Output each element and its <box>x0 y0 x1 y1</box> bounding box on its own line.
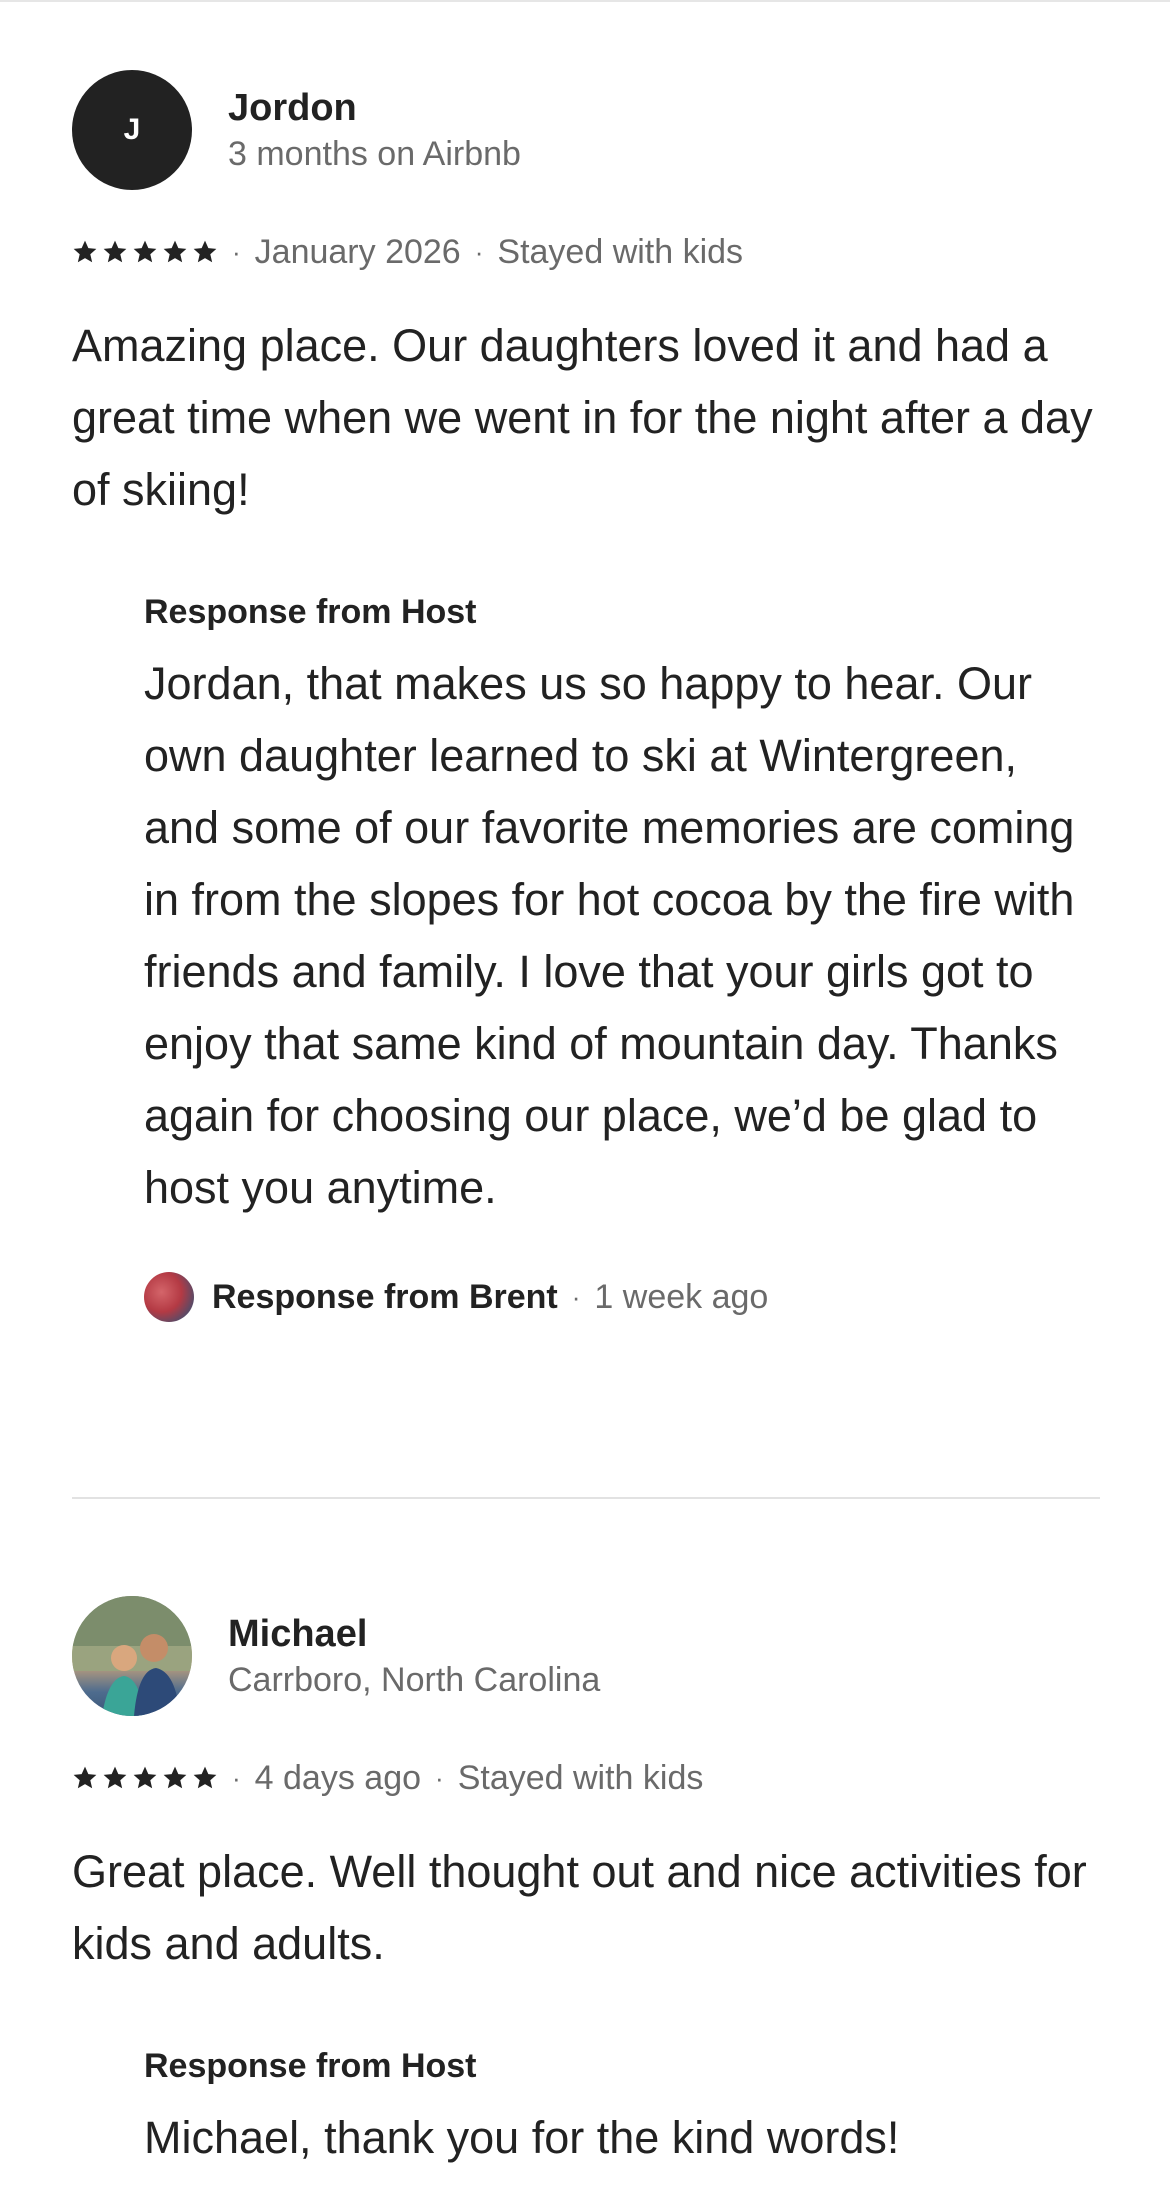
star-icon <box>193 1766 217 1789</box>
separator-dot: · <box>232 1762 241 1793</box>
reviewer-name[interactable]: Michael <box>228 1610 600 1658</box>
review-card: J Jordon 3 months on Airbnb · January 20… <box>72 70 1100 1322</box>
top-divider <box>0 0 1170 2</box>
separator-dot: · <box>571 1281 581 1312</box>
host-response-text: Michael, thank you for the kind words! <box>144 2112 900 2163</box>
reviewer-location: Carrboro, North Carolina <box>228 1661 601 1699</box>
review-meta: · January 2026 · Stayed with kids <box>72 230 1100 274</box>
host-response-time: 1 week ago <box>594 1277 769 1316</box>
star-icon <box>163 240 187 263</box>
avatar[interactable] <box>72 1596 192 1716</box>
review-meta: · 4 days ago · Stayed with kids <box>72 1756 1100 1800</box>
separator-dot: · <box>232 236 241 267</box>
review-date: January 2026 <box>254 232 461 271</box>
star-rating <box>72 1765 218 1791</box>
host-response: Response from Host Jordan, that makes us… <box>144 590 1100 1322</box>
star-icon <box>193 240 217 263</box>
host-response: Response from Host Michael, thank you fo… <box>144 2044 1100 2174</box>
star-icon <box>103 240 127 263</box>
separator-dot: · <box>435 1762 444 1793</box>
review-divider <box>72 1497 1100 1499</box>
host-response-text: Jordan, that makes us so happy to hear. … <box>144 658 1075 1213</box>
star-rating <box>72 239 218 265</box>
star-icon <box>103 1766 127 1789</box>
star-icon <box>163 1766 187 1789</box>
review-text: Amazing place. Our daughters loved it an… <box>72 320 1093 515</box>
review-date: 4 days ago <box>254 1758 422 1797</box>
trip-type: Stayed with kids <box>457 1758 704 1797</box>
reviewer-header: J Jordon 3 months on Airbnb <box>72 70 1100 190</box>
review-card: Michael Carrboro, North Carolina · 4 day… <box>72 1596 1100 2174</box>
avatar-photo-image <box>72 1596 192 1716</box>
star-icon <box>133 240 157 263</box>
host-response-footer: Response from Brent · 1 week ago <box>144 1272 1100 1322</box>
avatar[interactable]: J <box>72 70 192 190</box>
star-icon <box>73 1766 97 1789</box>
trip-type: Stayed with kids <box>497 232 744 271</box>
reviewer-tenure: 3 months on Airbnb <box>228 135 521 173</box>
star-icon <box>133 1766 157 1789</box>
host-response-heading: Response from Host <box>144 593 477 631</box>
separator-dot: · <box>474 236 484 267</box>
star-icon <box>73 240 97 263</box>
host-responder-name: Response from Brent <box>212 1277 558 1316</box>
host-response-heading: Response from Host <box>144 2047 477 2085</box>
host-avatar[interactable] <box>144 1272 194 1322</box>
reviewer-name[interactable]: Jordon <box>228 84 521 132</box>
review-text: Great place. Well thought out and nice a… <box>72 1846 1087 1969</box>
reviewer-header: Michael Carrboro, North Carolina <box>72 1596 1100 1716</box>
